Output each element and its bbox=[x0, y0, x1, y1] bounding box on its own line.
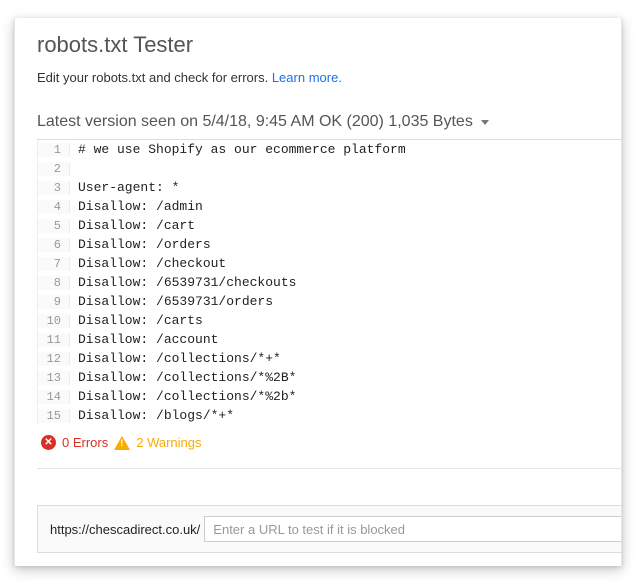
line-number: 10 bbox=[38, 314, 70, 328]
line-code: Disallow: /orders bbox=[70, 237, 211, 252]
robots-editor[interactable]: 1# we use Shopify as our ecommerce platf… bbox=[37, 140, 621, 425]
editor-line[interactable]: 3User-agent: * bbox=[38, 178, 621, 197]
warnings-count: 2 Warnings bbox=[136, 435, 201, 450]
editor-line[interactable]: 9Disallow: /6539731/orders bbox=[38, 292, 621, 311]
status-row: ✕ 0 Errors 2 Warnings bbox=[37, 425, 621, 469]
editor-line[interactable]: 15Disallow: /blogs/*+* bbox=[38, 406, 621, 425]
editor-line[interactable]: 13Disallow: /collections/*%2B* bbox=[38, 368, 621, 387]
line-code: Disallow: /6539731/orders bbox=[70, 294, 273, 309]
version-dropdown[interactable]: Latest version seen on 5/4/18, 9:45 AM O… bbox=[37, 107, 621, 140]
tester-card: robots.txt Tester Edit your robots.txt a… bbox=[14, 18, 622, 566]
url-input[interactable] bbox=[204, 516, 621, 542]
warning-icon bbox=[114, 436, 130, 450]
line-number: 3 bbox=[38, 181, 70, 195]
line-code: Disallow: /carts bbox=[70, 313, 203, 328]
line-number: 12 bbox=[38, 352, 70, 366]
editor-line[interactable]: 4Disallow: /admin bbox=[38, 197, 621, 216]
line-code: User-agent: * bbox=[70, 180, 179, 195]
page-title: robots.txt Tester bbox=[37, 32, 621, 58]
editor-line[interactable]: 11Disallow: /account bbox=[38, 330, 621, 349]
line-code: Disallow: /collections/*%2B* bbox=[70, 370, 296, 385]
line-code: Disallow: /6539731/checkouts bbox=[70, 275, 296, 290]
editor-line[interactable]: 10Disallow: /carts bbox=[38, 311, 621, 330]
line-number: 4 bbox=[38, 200, 70, 214]
line-number: 15 bbox=[38, 409, 70, 423]
url-test-row: https://chescadirect.co.uk/ bbox=[37, 505, 621, 553]
editor-line[interactable]: 1# we use Shopify as our ecommerce platf… bbox=[38, 140, 621, 159]
line-number: 6 bbox=[38, 238, 70, 252]
editor-line[interactable]: 8Disallow: /6539731/checkouts bbox=[38, 273, 621, 292]
learn-more-link[interactable]: Learn more. bbox=[272, 70, 342, 85]
line-number: 5 bbox=[38, 219, 70, 233]
editor-line[interactable]: 5Disallow: /cart bbox=[38, 216, 621, 235]
line-number: 9 bbox=[38, 295, 70, 309]
line-number: 14 bbox=[38, 390, 70, 404]
line-number: 11 bbox=[38, 333, 70, 347]
line-number: 8 bbox=[38, 276, 70, 290]
subtitle-text: Edit your robots.txt and check for error… bbox=[37, 70, 272, 85]
line-number: 2 bbox=[38, 162, 70, 176]
line-code: Disallow: /checkout bbox=[70, 256, 226, 271]
subtitle: Edit your robots.txt and check for error… bbox=[37, 70, 621, 85]
caret-down-icon bbox=[481, 120, 489, 125]
editor-line[interactable]: 7Disallow: /checkout bbox=[38, 254, 621, 273]
editor-line[interactable]: 6Disallow: /orders bbox=[38, 235, 621, 254]
errors-count: 0 Errors bbox=[62, 435, 108, 450]
line-code: Disallow: /admin bbox=[70, 199, 203, 214]
line-code: Disallow: /account bbox=[70, 332, 218, 347]
editor-line[interactable]: 2 bbox=[38, 159, 621, 178]
line-number: 1 bbox=[38, 143, 70, 157]
line-code: Disallow: /collections/*+* bbox=[70, 351, 281, 366]
line-code: Disallow: /cart bbox=[70, 218, 195, 233]
line-code: Disallow: /collections/*%2b* bbox=[70, 389, 296, 404]
url-prefix: https://chescadirect.co.uk/ bbox=[50, 522, 200, 537]
line-number: 7 bbox=[38, 257, 70, 271]
line-code: # we use Shopify as our ecommerce platfo… bbox=[70, 142, 406, 157]
line-code: Disallow: /blogs/*+* bbox=[70, 408, 234, 423]
error-icon: ✕ bbox=[41, 435, 56, 450]
line-number: 13 bbox=[38, 371, 70, 385]
editor-line[interactable]: 12Disallow: /collections/*+* bbox=[38, 349, 621, 368]
editor-line[interactable]: 14Disallow: /collections/*%2b* bbox=[38, 387, 621, 406]
version-text: Latest version seen on 5/4/18, 9:45 AM O… bbox=[37, 113, 473, 131]
